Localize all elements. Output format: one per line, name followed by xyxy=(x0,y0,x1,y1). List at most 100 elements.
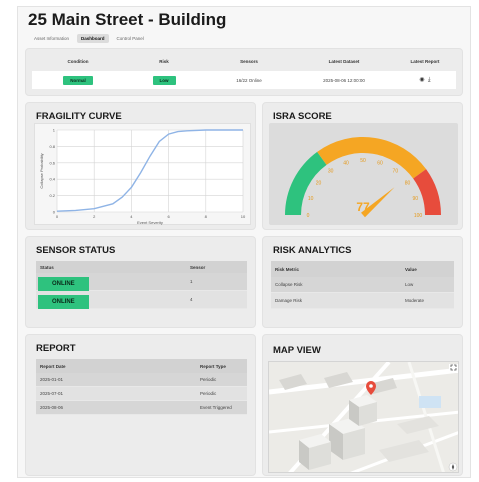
report-date: 2025-01-01 xyxy=(40,377,64,382)
header-report-date: Report Date xyxy=(40,363,66,369)
fragility-plot-area: 0 2 4 6 8 10 0 0.2 0.4 0.6 0.8 1 Event Severity Colla… xyxy=(34,123,251,225)
summary-header-condition: Condition xyxy=(67,59,89,64)
report-type: Periodic xyxy=(200,377,217,382)
header-risk-metric: Risk Metric xyxy=(275,266,300,272)
table-row[interactable]: 2025-07-01 Periodic xyxy=(36,387,247,401)
summary-header-latest-report: Latest Report xyxy=(410,59,440,64)
y-tick-label: 0.8 xyxy=(49,144,55,149)
download-icon[interactable]: ⤓ xyxy=(428,77,431,84)
report-type: Event Triggered xyxy=(200,405,232,410)
compass-icon[interactable] xyxy=(448,462,458,472)
header-report-type: Report Type xyxy=(200,363,226,369)
table-header: Report Date Report Type xyxy=(36,359,247,373)
page-title: 25 Main Street - Building xyxy=(28,10,227,29)
gauge-tick-label: 50 xyxy=(360,158,366,164)
summary-header-sensors: Sensors xyxy=(240,59,258,64)
table-row[interactable]: Collapse Risk Low xyxy=(271,277,454,293)
table-row[interactable]: Damage Risk Moderate xyxy=(271,293,454,309)
table-row[interactable]: ONLINE 4 xyxy=(36,291,247,309)
table-row[interactable]: 2025-08-06 Event Triggered xyxy=(36,401,247,415)
gauge-tick-label: 0 xyxy=(307,213,310,219)
eye-icon[interactable]: ◉ xyxy=(419,76,424,83)
y-tick-label: 0.6 xyxy=(49,160,55,165)
sensor-status-table: Status Sensor ONLINE 1 ONLINE 4 xyxy=(36,261,247,309)
x-axis-label: Event Severity xyxy=(137,220,163,225)
report-date: 2025-07-01 xyxy=(40,391,64,396)
map-3d-view[interactable] xyxy=(269,362,459,473)
gauge-tick-label: 30 xyxy=(328,169,334,175)
isra-score-title: ISRA SCORE xyxy=(273,111,332,122)
isra-score-panel: ISRA SCORE 0 10 20 30 40 50 60 70 80 90 100 77 xyxy=(262,102,463,230)
report-table: Report Date Report Type 2025-01-01 Perio… xyxy=(36,359,247,415)
sensor-id: 4 xyxy=(190,297,193,302)
report-title: REPORT xyxy=(36,343,76,354)
header-sensor: Sensor xyxy=(190,264,206,270)
report-type: Periodic xyxy=(200,391,217,396)
header-status: Status xyxy=(40,264,54,270)
y-tick-label: 0.4 xyxy=(49,177,55,182)
y-tick-label: 1 xyxy=(53,128,56,133)
status-cell: ONLINE xyxy=(36,290,186,309)
latest-report-actions: ◉ ⤓ xyxy=(394,76,456,84)
x-tick-label: 2 xyxy=(93,214,96,219)
tab-asset-information[interactable]: Asset Information xyxy=(30,34,73,43)
risk-metric: Damage Risk xyxy=(275,298,303,303)
status-cell: ONLINE xyxy=(36,272,186,291)
summary-row: Normal Low 16/22 Online 2025-08-06 12:00… xyxy=(32,71,456,89)
summary-header-risk: Risk xyxy=(159,59,169,64)
gauge-tick-label: 100 xyxy=(414,213,423,219)
gauge-tick-label: 60 xyxy=(377,161,383,167)
risk-analytics-panel: RISK ANALYTICS Risk Metric Value Collaps… xyxy=(262,236,463,328)
sensor-status-panel: SENSOR STATUS Status Sensor ONLINE 1 ONL… xyxy=(25,236,256,328)
y-tick-label: 0.2 xyxy=(49,193,55,198)
tab-control-panel[interactable]: Control Panel xyxy=(113,34,148,43)
latest-dataset-timestamp: 2025-08-06 12:00:00 xyxy=(323,77,365,83)
gauge-tick-label: 10 xyxy=(308,196,314,202)
x-tick-label: 0 xyxy=(56,214,59,219)
isra-score-value: 77 xyxy=(356,200,370,214)
map-canvas[interactable] xyxy=(268,361,459,473)
x-tick-label: 6 xyxy=(167,214,170,219)
table-row[interactable]: ONLINE 1 xyxy=(36,273,247,291)
fragility-curve-panel: FRAGILITY CURVE 0 2 4 6 8 10 0 0.2 0.4 0.6 0.8 1 Eve… xyxy=(25,102,256,230)
sensor-id: 1 xyxy=(190,279,193,284)
fragility-chart: 0 2 4 6 8 1000.20.40.60.81Event SeverityColla… xyxy=(39,128,246,226)
gauge-tick-label: 80 xyxy=(405,181,411,187)
map-view-panel: MAP VIEW xyxy=(262,334,463,476)
gauge-band-high xyxy=(413,169,441,215)
risk-cell: Low xyxy=(124,75,204,85)
plot-background xyxy=(57,130,243,212)
map-view-title: MAP VIEW xyxy=(273,345,321,356)
gauge-band-mid xyxy=(317,137,427,179)
sensor-status-title: SENSOR STATUS xyxy=(36,245,116,256)
condition-badge: Normal xyxy=(63,75,93,85)
summary-panel: Condition Risk Sensors Latest Dataset La… xyxy=(25,48,463,96)
summary-header: Condition Risk Sensors Latest Dataset La… xyxy=(32,55,456,68)
gauge-tick-label: 40 xyxy=(343,161,349,167)
fragility-curve-title: FRAGILITY CURVE xyxy=(36,111,122,122)
x-tick-label: 4 xyxy=(130,214,133,219)
gauge-tick-label: 70 xyxy=(393,169,399,175)
table-header: Risk Metric Value xyxy=(271,261,454,277)
gauge-box: 0 10 20 30 40 50 60 70 80 90 100 77 xyxy=(269,123,458,225)
online-badge: ONLINE xyxy=(38,277,89,291)
x-tick-label: 8 xyxy=(205,214,208,219)
risk-value: Low xyxy=(405,282,414,287)
condition-cell: Normal xyxy=(32,75,124,85)
risk-analytics-table: Risk Metric Value Collapse Risk Low Dama… xyxy=(271,261,454,309)
report-panel: REPORT Report Date Report Type 2025-01-0… xyxy=(25,334,256,476)
y-axis-label: Collapse Probability xyxy=(39,153,44,188)
sensors-online-count: 16/22 Online xyxy=(236,77,262,83)
tab-dashboard[interactable]: Dashboard xyxy=(77,34,109,43)
gauge-tick-label: 90 xyxy=(413,196,419,202)
table-row[interactable]: 2025-01-01 Periodic xyxy=(36,373,247,387)
risk-analytics-title: RISK ANALYTICS xyxy=(273,245,352,256)
x-tick-label: 10 xyxy=(241,214,246,219)
expand-icon[interactable] xyxy=(449,364,458,373)
risk-badge: Low xyxy=(152,75,176,85)
tab-bar: Asset Information Dashboard Control Pane… xyxy=(30,34,148,43)
risk-metric: Collapse Risk xyxy=(275,282,303,287)
summary-header-latest-dataset: Latest Dataset xyxy=(328,59,360,64)
header-value: Value xyxy=(405,266,417,272)
gauge-tick-label: 20 xyxy=(316,181,322,187)
